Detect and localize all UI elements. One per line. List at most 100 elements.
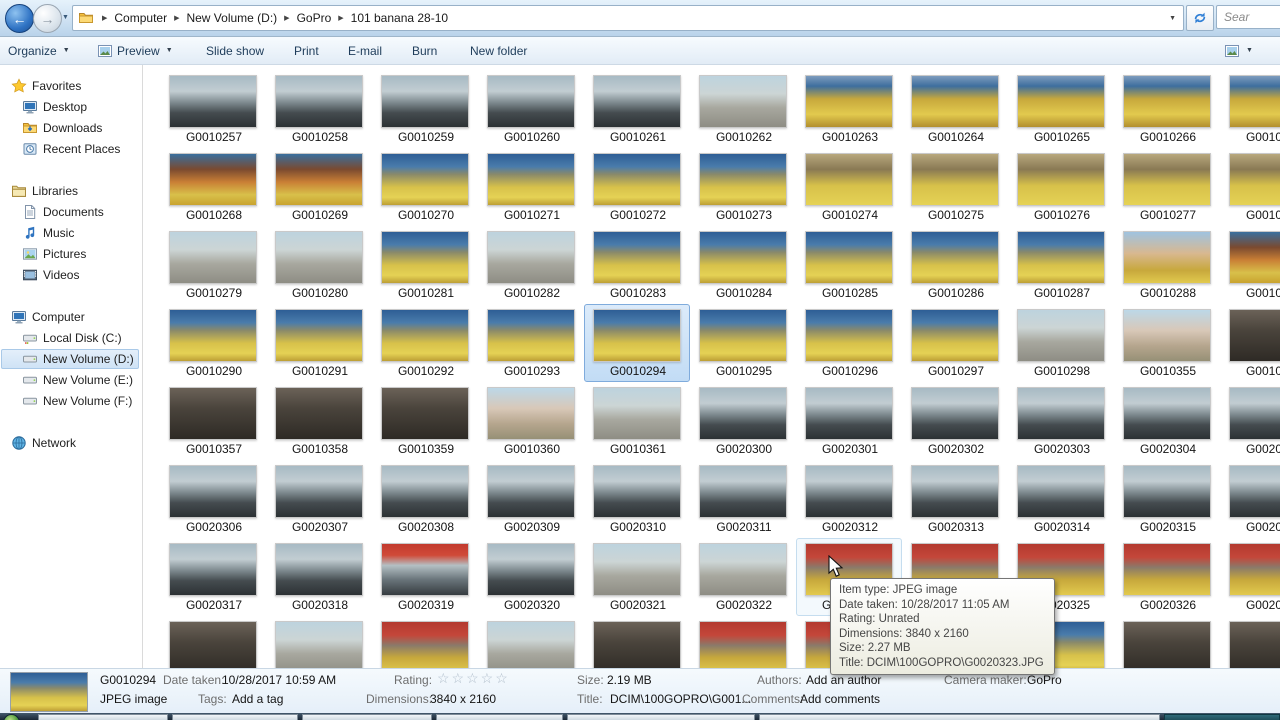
file-item-g0010261[interactable]: G0010261: [584, 70, 690, 148]
file-item-g0020310[interactable]: G0020310: [584, 460, 690, 538]
file-item-g0020304[interactable]: G0020304: [1114, 382, 1220, 460]
file-item-g0010274[interactable]: G0010274: [796, 148, 902, 226]
file-item-g0020326[interactable]: G0020326: [1114, 538, 1220, 616]
sidebar-item-downloads[interactable]: Downloads: [1, 118, 139, 138]
toolbar-button-burn[interactable]: Burn: [412, 37, 437, 64]
file-item-g0010276[interactable]: G0010276: [1008, 148, 1114, 226]
file-item-g0010361[interactable]: G0010361: [584, 382, 690, 460]
file-item[interactable]: [1220, 616, 1280, 668]
details-rating-stars[interactable]: ☆☆☆☆☆: [437, 670, 510, 687]
file-item-g0010296[interactable]: G0010296: [796, 304, 902, 382]
file-item-g0020317[interactable]: G0020317: [160, 538, 266, 616]
file-item-g0020327[interactable]: G0020327: [1220, 538, 1280, 616]
file-item-g0010260[interactable]: G0010260: [478, 70, 584, 148]
sidebar-item-documents[interactable]: Documents: [1, 202, 139, 222]
file-item-g0010285[interactable]: G0010285: [796, 226, 902, 304]
taskbar-button[interactable]: [759, 714, 1160, 720]
file-item-g0010266[interactable]: G0010266: [1114, 70, 1220, 148]
file-item-g0010355[interactable]: G0010355: [1114, 304, 1220, 382]
toolbar-button-organize[interactable]: Organize ▼: [8, 37, 70, 64]
file-item-g0010298[interactable]: G0010298: [1008, 304, 1114, 382]
file-item-g0010258[interactable]: G0010258: [266, 70, 372, 148]
file-item-g0020314[interactable]: G0020314: [1008, 460, 1114, 538]
details-authors[interactable]: Add an author: [806, 673, 881, 687]
file-item-g0010294[interactable]: G0010294: [584, 304, 690, 382]
sidebar-item-recent-places[interactable]: Recent Places: [1, 139, 139, 159]
toolbar-button-slide-show[interactable]: Slide show: [206, 37, 264, 64]
file-item-g0010281[interactable]: G0010281: [372, 226, 478, 304]
file-item-g0020316[interactable]: G0020316: [1220, 460, 1280, 538]
sidebar-item-local-disk-c[interactable]: Local Disk (C:): [1, 328, 139, 348]
search-input[interactable]: Sear: [1216, 5, 1280, 29]
file-item-g0020319[interactable]: G0020319: [372, 538, 478, 616]
file-item-g0020313[interactable]: G0020313: [902, 460, 1008, 538]
file-item-g0010356[interactable]: G0010356: [1220, 304, 1280, 382]
details-tags[interactable]: Add a tag: [232, 692, 283, 706]
file-item-g0020308[interactable]: G0020308: [372, 460, 478, 538]
file-item-g0010257[interactable]: G0010257: [160, 70, 266, 148]
breadcrumb-item-computer[interactable]: Computer: [111, 10, 170, 26]
file-item-g0010263[interactable]: G0010263: [796, 70, 902, 148]
file-item[interactable]: [266, 616, 372, 668]
refresh-button[interactable]: [1186, 5, 1214, 31]
file-item-g0020303[interactable]: G0020303: [1008, 382, 1114, 460]
file-item-g0010267[interactable]: G0010267: [1220, 70, 1280, 148]
file-item[interactable]: [478, 616, 584, 668]
file-item-g0020307[interactable]: G0020307: [266, 460, 372, 538]
file-item-g0010269[interactable]: G0010269: [266, 148, 372, 226]
details-comments[interactable]: Add comments: [800, 692, 880, 706]
file-item-g0010262[interactable]: G0010262: [690, 70, 796, 148]
toolbar-button-e-mail[interactable]: E-mail: [348, 37, 382, 64]
file-item[interactable]: [584, 616, 690, 668]
file-item-g0010277[interactable]: G0010277: [1114, 148, 1220, 226]
file-item-g0020315[interactable]: G0020315: [1114, 460, 1220, 538]
file-item-g0020321[interactable]: G0020321: [584, 538, 690, 616]
file-item[interactable]: [690, 616, 796, 668]
file-item-g0020305[interactable]: G0020305: [1220, 382, 1280, 460]
taskbar-button[interactable]: [1164, 714, 1280, 720]
taskbar-button[interactable]: [302, 714, 432, 720]
file-item-g0010278[interactable]: G0010278: [1220, 148, 1280, 226]
sidebar-item-new-volume-e[interactable]: New Volume (E:): [1, 370, 139, 390]
file-item-g0010279[interactable]: G0010279: [160, 226, 266, 304]
back-button[interactable]: ←: [5, 4, 34, 33]
file-item-g0010287[interactable]: G0010287: [1008, 226, 1114, 304]
file-item-g0020318[interactable]: G0020318: [266, 538, 372, 616]
taskbar-button[interactable]: [38, 714, 168, 720]
forward-button[interactable]: →: [33, 4, 62, 33]
sidebar-item-computer[interactable]: Computer: [1, 307, 139, 327]
toolbar-button-preview[interactable]: Preview ▼: [97, 37, 173, 64]
file-item[interactable]: [1114, 616, 1220, 668]
file-item[interactable]: [160, 616, 266, 668]
taskbar-button[interactable]: [172, 714, 298, 720]
file-item-g0020312[interactable]: G0020312: [796, 460, 902, 538]
views-button[interactable]: ▼: [1224, 37, 1253, 64]
file-item-g0020302[interactable]: G0020302: [902, 382, 1008, 460]
file-item-g0010288[interactable]: G0010288: [1114, 226, 1220, 304]
taskbar-button[interactable]: [436, 714, 563, 720]
file-item-g0010265[interactable]: G0010265: [1008, 70, 1114, 148]
file-item-g0010268[interactable]: G0010268: [160, 148, 266, 226]
sidebar-item-pictures[interactable]: Pictures: [1, 244, 139, 264]
toolbar-button-print[interactable]: Print: [294, 37, 319, 64]
file-item-g0010271[interactable]: G0010271: [478, 148, 584, 226]
file-item-g0010290[interactable]: G0010290: [160, 304, 266, 382]
file-item-g0010360[interactable]: G0010360: [478, 382, 584, 460]
sidebar-item-libraries[interactable]: Libraries: [1, 181, 139, 201]
file-item-g0020306[interactable]: G0020306: [160, 460, 266, 538]
file-item-g0010359[interactable]: G0010359: [372, 382, 478, 460]
file-item-g0010273[interactable]: G0010273: [690, 148, 796, 226]
file-item-g0010295[interactable]: G0010295: [690, 304, 796, 382]
sidebar-item-new-volume-d[interactable]: New Volume (D:): [1, 349, 139, 369]
file-item-g0010282[interactable]: G0010282: [478, 226, 584, 304]
file-item-g0020322[interactable]: G0020322: [690, 538, 796, 616]
file-item[interactable]: [372, 616, 478, 668]
file-item-g0010297[interactable]: G0010297: [902, 304, 1008, 382]
file-item-g0010270[interactable]: G0010270: [372, 148, 478, 226]
file-item-g0010259[interactable]: G0010259: [372, 70, 478, 148]
sidebar-item-music[interactable]: Music: [1, 223, 139, 243]
sidebar-item-videos[interactable]: Videos: [1, 265, 139, 285]
file-item-g0010292[interactable]: G0010292: [372, 304, 478, 382]
sidebar-item-desktop[interactable]: Desktop: [1, 97, 139, 117]
breadcrumb-item-101-banana-28-10[interactable]: 101 banana 28-10: [348, 10, 451, 26]
